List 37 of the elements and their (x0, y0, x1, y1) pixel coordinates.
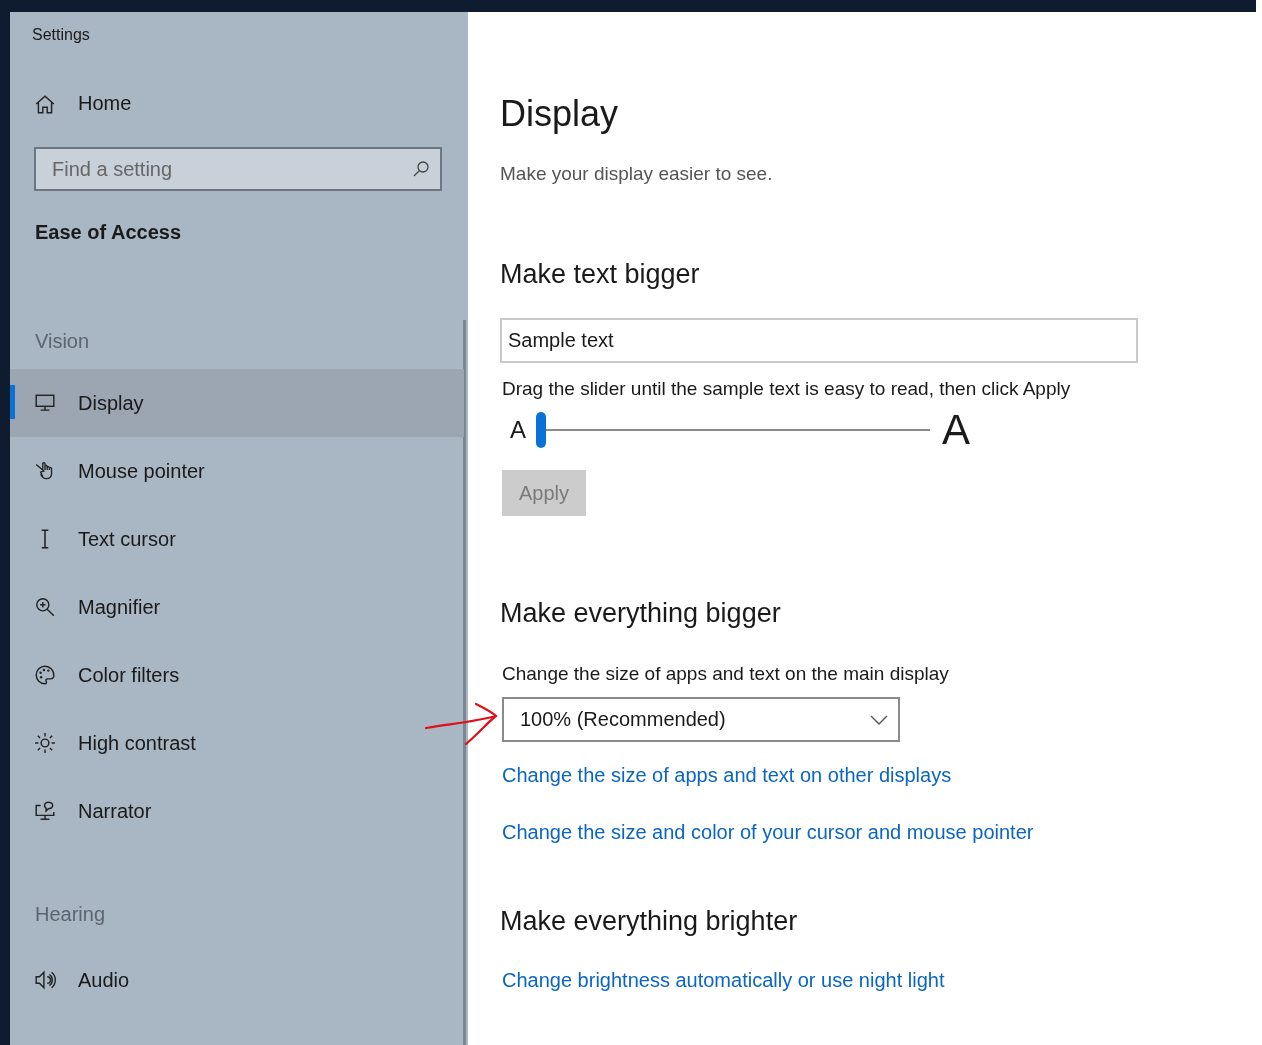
settings-link[interactable]: Change the size and color of your cursor and mouse pointer (502, 821, 1034, 844)
nav-item[interactable]: Mouse pointer (10, 437, 464, 505)
sun-icon (34, 732, 56, 754)
nav-item[interactable]: Magnifier (10, 573, 464, 641)
section-heading: Make everything brighter (500, 906, 798, 937)
nav-item[interactable]: Audio (10, 946, 464, 1014)
large-a-label: A (942, 406, 970, 454)
section-heading: Make everything bigger (500, 598, 781, 629)
chevron-icon (870, 714, 888, 725)
palette-icon (34, 664, 56, 686)
settings-link[interactable]: Change brightness automatically or use night light (502, 969, 945, 992)
slider-thumb[interactable] (536, 412, 546, 448)
page-subtitle: Make your display easier to see. (500, 163, 773, 185)
nav-item[interactable]: Text cursor (10, 505, 464, 573)
scrollbar[interactable] (463, 320, 466, 1045)
search-field[interactable]: Find a setting (34, 147, 442, 191)
speaker-icon (34, 969, 56, 991)
slider-hint: Drag the slider until the sample text is easy to read, then click Apply (502, 378, 1071, 400)
magnifier-icon (34, 596, 56, 618)
nav-item[interactable]: High contrast (10, 709, 464, 777)
scale-label: Change the size of apps and text on the main display (502, 663, 949, 685)
nav-item[interactable]: Color filters (10, 641, 464, 709)
search-icon (412, 160, 430, 178)
page-title: Display (500, 93, 619, 135)
nav-group-heading: Hearing (35, 903, 107, 926)
home-nav-item[interactable]: Home (34, 92, 132, 115)
window-title: Settings (32, 26, 91, 44)
monitor-icon (34, 392, 56, 414)
settings-link[interactable]: Change the size of apps and text on other displays (502, 764, 952, 787)
narrator-icon (34, 800, 56, 822)
nav-item[interactable]: Narrator (10, 777, 464, 845)
section-heading: Make text bigger (500, 259, 700, 290)
nav-group-heading: Vision (35, 330, 91, 353)
scale-dropdown[interactable]: 100% (Recommended) (502, 697, 900, 742)
small-a-label: A (510, 416, 527, 444)
nav-item[interactable]: Display (10, 369, 464, 437)
category-title: Ease of Access (35, 221, 182, 244)
